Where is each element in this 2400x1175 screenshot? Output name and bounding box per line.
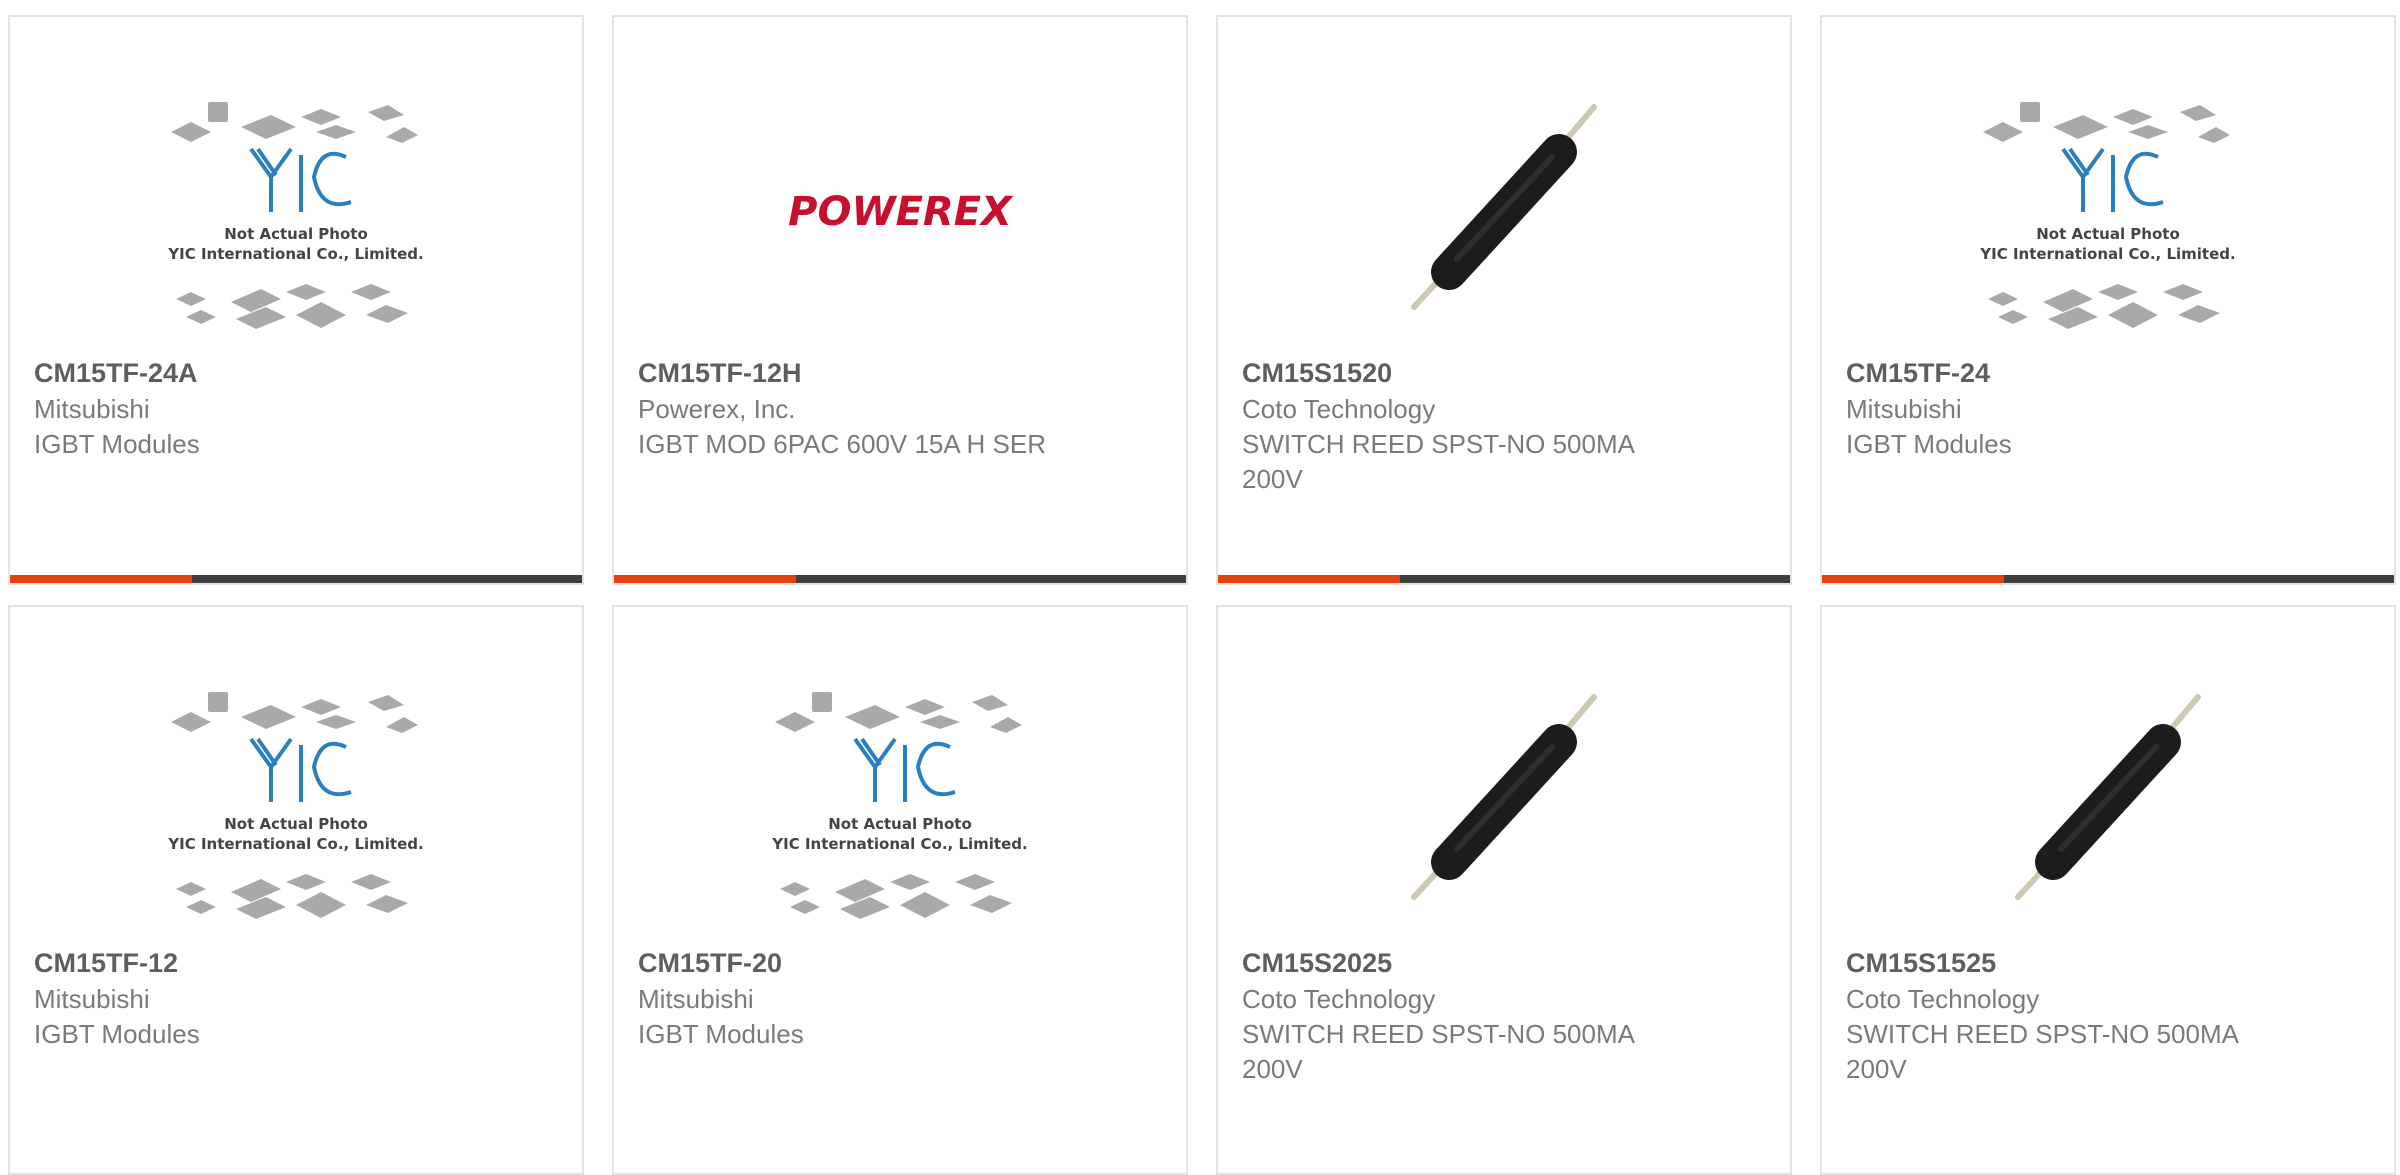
- product-card[interactable]: Not Actual Photo YIC International Co., …: [8, 605, 584, 1175]
- description: IGBT MOD 6PAC 600V 15A H SER: [638, 429, 1046, 459]
- part-number-link[interactable]: CM15TF-24: [1846, 355, 2266, 391]
- manufacturer: Powerex, Inc.: [638, 394, 796, 424]
- card-footer-bar: [10, 575, 582, 583]
- card-footer-bar: [614, 575, 1186, 583]
- manufacturer: Mitsubishi: [34, 394, 150, 424]
- description: IGBT Modules: [34, 429, 200, 459]
- part-number-link[interactable]: CM15S2025: [1242, 945, 1662, 981]
- placeholder-caption: Not Actual Photo: [828, 815, 972, 833]
- product-card[interactable]: CM15S1520 Coto Technology SWITCH REED SP…: [1216, 15, 1792, 585]
- part-number-link[interactable]: CM15S1525: [1846, 945, 2266, 981]
- description: SWITCH REED SPST-NO 500MA 200V: [1242, 429, 1634, 494]
- product-image[interactable]: Not Actual Photo YIC International Co., …: [10, 637, 582, 957]
- yic-placeholder-image: Not Actual Photo YIC International Co., …: [167, 692, 424, 919]
- product-image[interactable]: [1822, 637, 2394, 957]
- product-card[interactable]: CM15S1525 Coto Technology SWITCH REED SP…: [1820, 605, 2396, 1175]
- product-image[interactable]: Not Actual Photo YIC International Co., …: [614, 637, 1186, 957]
- manufacturer: Coto Technology: [1846, 984, 2040, 1014]
- placeholder-caption: Not Actual Photo: [224, 225, 368, 243]
- card-footer-bar: [1218, 575, 1790, 583]
- part-number-link[interactable]: CM15TF-12: [34, 945, 454, 981]
- card-accent: [1218, 575, 1400, 583]
- placeholder-caption: YIC International Co., Limited.: [771, 835, 1027, 853]
- description: IGBT Modules: [1846, 429, 2012, 459]
- product-card[interactable]: CM15S2025 Coto Technology SWITCH REED SP…: [1216, 605, 1792, 1175]
- card-accent: [10, 575, 192, 583]
- product-image[interactable]: Not Actual Photo YIC International Co., …: [10, 47, 582, 367]
- reed-switch-image: [1411, 104, 1597, 310]
- part-number-link[interactable]: CM15TF-12H: [638, 355, 1058, 391]
- part-number-link[interactable]: CM15TF-20: [638, 945, 1058, 981]
- placeholder-caption: YIC International Co., Limited.: [167, 245, 423, 263]
- manufacturer: Mitsubishi: [34, 984, 150, 1014]
- reed-switch-image: [1411, 694, 1597, 900]
- manufacturer: Mitsubishi: [1846, 394, 1962, 424]
- manufacturer: Mitsubishi: [638, 984, 754, 1014]
- placeholder-caption: Not Actual Photo: [2036, 225, 2180, 243]
- powerex-logo-text: POWEREX: [788, 189, 1014, 235]
- product-grid: Not Actual Photo YIC International Co., …: [8, 15, 2400, 1175]
- product-card[interactable]: POWEREX CM15TF-12H Powerex, Inc. IGBT MO…: [612, 15, 1188, 585]
- description: SWITCH REED SPST-NO 500MA 200V: [1846, 1019, 2238, 1084]
- part-number-link[interactable]: CM15TF-24A: [34, 355, 454, 391]
- card-footer-bar: [1822, 575, 2394, 583]
- yic-placeholder-image: Not Actual Photo YIC International Co., …: [167, 102, 424, 329]
- placeholder-caption: YIC International Co., Limited.: [167, 835, 423, 853]
- card-accent: [614, 575, 796, 583]
- description: IGBT Modules: [638, 1019, 804, 1049]
- description: SWITCH REED SPST-NO 500MA 200V: [1242, 1019, 1634, 1084]
- product-card[interactable]: Not Actual Photo YIC International Co., …: [612, 605, 1188, 1175]
- product-image[interactable]: [1218, 637, 1790, 957]
- product-card[interactable]: Not Actual Photo YIC International Co., …: [1820, 15, 2396, 585]
- yic-placeholder-image: Not Actual Photo YIC International Co., …: [1979, 102, 2236, 329]
- product-image[interactable]: [1218, 47, 1790, 367]
- part-number-link[interactable]: CM15S1520: [1242, 355, 1662, 391]
- product-image[interactable]: Not Actual Photo YIC International Co., …: [1822, 47, 2394, 367]
- card-accent: [1822, 575, 2004, 583]
- product-card[interactable]: Not Actual Photo YIC International Co., …: [8, 15, 584, 585]
- placeholder-caption: YIC International Co., Limited.: [1979, 245, 2235, 263]
- reed-switch-image: [2015, 694, 2201, 900]
- yic-placeholder-image: Not Actual Photo YIC International Co., …: [771, 692, 1028, 919]
- product-image[interactable]: POWEREX: [614, 47, 1186, 367]
- powerex-logo-image: POWEREX: [788, 189, 1014, 235]
- placeholder-caption: Not Actual Photo: [224, 815, 368, 833]
- description: IGBT Modules: [34, 1019, 200, 1049]
- manufacturer: Coto Technology: [1242, 984, 1436, 1014]
- manufacturer: Coto Technology: [1242, 394, 1436, 424]
